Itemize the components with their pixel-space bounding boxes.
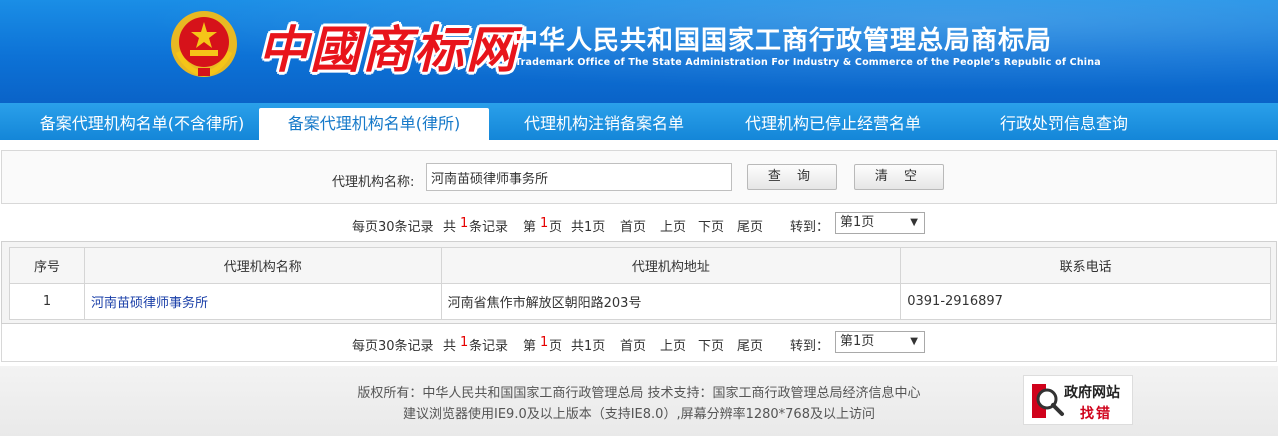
results-table: 序号 代理机构名称 代理机构地址 联系电话 1 河南苗硕律师事务所 河南省焦作市… [9,247,1271,320]
agency-name-label: 代理机构名称: [332,175,415,190]
search-panel: 代理机构名称: 查 询 清 空 [1,150,1277,204]
prev-page-link[interactable]: 上页 [660,335,686,354]
goto-page-select[interactable]: 第1页 ▼ [835,331,925,353]
agency-name-link[interactable]: 河南苗硕律师事务所 [91,296,208,311]
last-page-link[interactable]: 尾页 [737,335,763,354]
page-suffix: 页 [549,220,563,235]
page-prefix: 第 [523,220,537,235]
col-header-phone: 联系电话 [900,247,1271,284]
pager-bottom: 每页30条记录 共 1 条记录 第 1 页 共1页 首页 上页 下页 尾页 转到… [0,330,1278,356]
main-nav: 备案代理机构名单(不含律所) 备案代理机构名单(律所) 代理机构注销备案名单 代… [0,103,1278,140]
site-header: 中國商标网 中华人民共和国国家工商行政管理总局商标局 Trademark Off… [0,0,1278,103]
page-current: 1 [540,335,549,350]
query-button[interactable]: 查 询 [747,164,837,190]
page-prefix: 第 [523,339,537,354]
per-page-text: 每页30条记录 [352,220,434,235]
magnifier-icon [1032,384,1064,418]
page-total: 共1页 [571,339,606,354]
next-page-link[interactable]: 下页 [698,216,724,235]
badge-action: 找错 [1080,406,1112,422]
col-header-name: 代理机构名称 [83,247,442,284]
pager-top: 每页30条记录 共 1 条记录 第 1 页 共1页 首页 上页 下页 尾页 转到… [0,211,1278,237]
org-subtitle: Trademark Office of The State Administra… [515,57,1101,68]
national-emblem-icon [171,11,237,77]
table-header-row: 序号 代理机构名称 代理机构地址 联系电话 [9,247,1271,284]
tab-cancelled-agencies[interactable]: 代理机构注销备案名单 [506,108,702,140]
last-page-link[interactable]: 尾页 [737,216,763,235]
row-name-cell: 河南苗硕律师事务所 [83,283,442,320]
total-count: 1 [460,216,469,231]
per-page-text: 每页30条记录 [352,339,434,354]
tab-penalty-query[interactable]: 行政处罚信息查询 [986,108,1142,140]
total-suffix: 条记录 [469,339,509,354]
dropdown-arrow-icon: ▼ [910,336,918,347]
dropdown-arrow-icon: ▼ [910,217,918,228]
first-page-link[interactable]: 首页 [620,335,646,354]
clear-button[interactable]: 清 空 [854,164,944,190]
goto-selected-value: 第1页 [840,334,875,349]
total-prefix: 共 [443,220,457,235]
total-prefix: 共 [443,339,457,354]
row-address: 河南省焦作市解放区朝阳路203号 [440,283,902,320]
org-title: 中华人民共和国国家工商行政管理总局商标局 [512,26,1053,56]
row-phone: 0391-2916897 [900,283,1271,320]
total-count: 1 [460,335,469,350]
results-table-panel: 序号 代理机构名称 代理机构地址 联系电话 1 河南苗硕律师事务所 河南省焦作市… [1,241,1277,324]
prev-page-link[interactable]: 上页 [660,216,686,235]
tab-law-firm-agencies[interactable]: 备案代理机构名单(律所) [259,108,489,140]
goto-label: 转到： [790,220,830,235]
gov-site-error-report-badge[interactable]: 政府网站 找错 [1023,375,1133,425]
page-current: 1 [540,216,549,231]
table-row: 1 河南苗硕律师事务所 河南省焦作市解放区朝阳路203号 0391-291689… [9,283,1271,320]
site-logo: 中國商标网 [258,20,518,79]
goto-label: 转到： [790,339,830,354]
badge-title: 政府网站 [1064,385,1120,401]
total-suffix: 条记录 [469,220,509,235]
tab-non-law-firm-agencies[interactable]: 备案代理机构名单(不含律所) [20,108,264,140]
col-header-index: 序号 [9,247,85,284]
col-header-address: 代理机构地址 [440,247,902,284]
goto-page-select[interactable]: 第1页 ▼ [835,212,925,234]
next-page-link[interactable]: 下页 [698,335,724,354]
agency-name-input[interactable] [426,163,732,191]
row-index: 1 [9,283,85,320]
page-total: 共1页 [571,220,606,235]
goto-selected-value: 第1页 [840,215,875,230]
tab-stopped-agencies[interactable]: 代理机构已停止经营名单 [730,108,936,140]
first-page-link[interactable]: 首页 [620,216,646,235]
page-suffix: 页 [549,339,563,354]
